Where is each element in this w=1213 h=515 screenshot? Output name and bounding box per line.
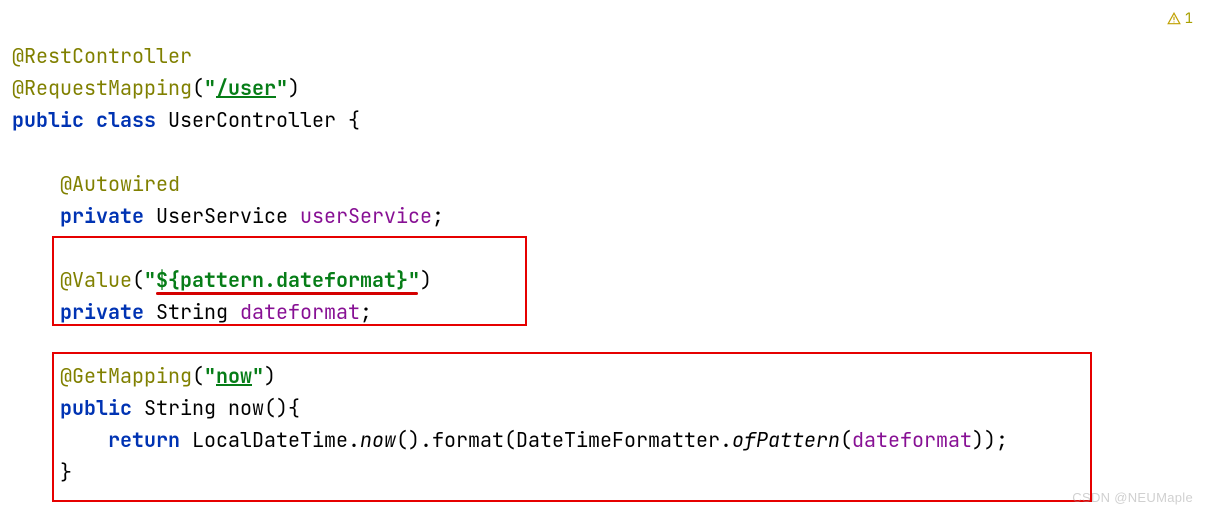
- string-now: now: [216, 363, 252, 389]
- field-dateformat: dateformat: [240, 299, 360, 325]
- string-pattern-dateformat: ${pattern.dateformat}: [156, 267, 408, 293]
- keyword-public: public: [12, 107, 84, 133]
- warning-count: 1: [1185, 8, 1193, 30]
- watermark: CSDN @NEUMaple: [1072, 488, 1193, 509]
- method-now: now: [228, 395, 264, 421]
- keyword-class: class: [96, 107, 156, 133]
- annotation-requestmapping: @RequestMapping: [12, 75, 192, 101]
- field-userservice: userService: [300, 203, 432, 229]
- warning-indicator[interactable]: 1: [1167, 8, 1193, 30]
- code-editor[interactable]: @RestController @RequestMapping("/user")…: [12, 8, 1205, 488]
- class-usercontroller: UserController: [168, 107, 336, 133]
- annotation-getmapping: @GetMapping: [60, 363, 192, 389]
- annotation-value: @Value: [60, 267, 132, 293]
- annotation-restcontroller: @RestController: [12, 43, 192, 69]
- warning-triangle-icon: [1167, 12, 1181, 26]
- annotation-autowired: @Autowired: [60, 171, 180, 197]
- string-user-path: /user: [216, 75, 276, 101]
